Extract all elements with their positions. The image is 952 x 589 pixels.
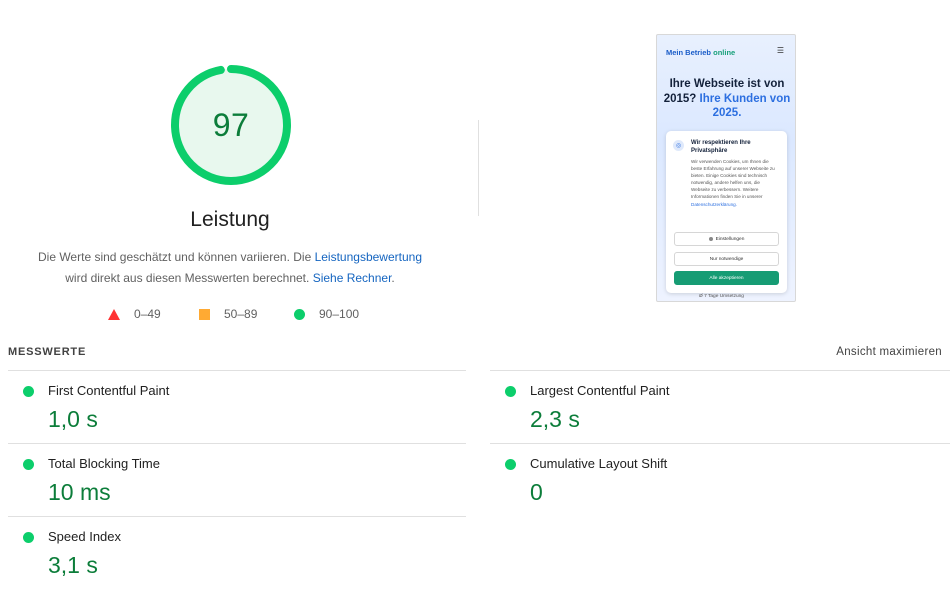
settings-dot-icon bbox=[708, 237, 713, 241]
pass-circle-icon bbox=[23, 532, 34, 543]
pass-circle-icon bbox=[23, 459, 34, 470]
legend-range: 90–100 bbox=[319, 307, 360, 321]
metric-value: 2,3 s bbox=[530, 406, 580, 432]
score-legend: 0–49 50–89 90–100 bbox=[0, 306, 460, 322]
gauge-title: Leistung bbox=[190, 208, 270, 231]
metric-label: Cumulative Layout Shift bbox=[530, 456, 668, 471]
site-hero-heading: Ihre Webseite ist von 2015? Ihre Kunden … bbox=[663, 78, 791, 119]
cookie-title: Wir respektieren Ihre Privatsphäre bbox=[691, 140, 751, 154]
pass-circle-icon bbox=[505, 386, 516, 397]
legend-item-fail: 0–49 bbox=[108, 306, 161, 322]
final-screenshot-thumbnail[interactable]: Mein Betrieb online ☰ Ihre Webseite ist … bbox=[656, 34, 796, 302]
metric-tbt: Total Blocking Time 10 ms bbox=[8, 444, 468, 516]
gauge-description: Die Werte sind geschätzt und können vari… bbox=[20, 247, 440, 289]
average-square-icon bbox=[199, 308, 210, 320]
desc-text-3: . bbox=[391, 271, 395, 285]
metric-lcp: Largest Contentful Paint 2,3 s bbox=[490, 371, 950, 443]
site-brand-logo: Mein Betrieb online bbox=[666, 48, 736, 57]
metric-label: Speed Index bbox=[48, 529, 122, 544]
metric-label: Total Blocking Time bbox=[48, 456, 160, 471]
desc-text-2: wird direkt aus diesen Messwerten berech… bbox=[65, 271, 313, 285]
shield-icon: ◎ bbox=[673, 140, 684, 151]
expand-view-toggle[interactable]: Ansicht maximieren bbox=[836, 346, 942, 358]
desc-text-1: Die Werte sind geschätzt und können vari… bbox=[37, 250, 315, 264]
pass-circle-icon bbox=[294, 308, 305, 320]
metric-speed-index: Speed Index 3,1 s bbox=[8, 517, 468, 589]
site-footer-text: Ø 7 Tage Umsetzung bbox=[699, 294, 744, 299]
performance-gauge-section: 97 Leistung Die Werte sind geschätzt und… bbox=[0, 0, 460, 340]
legend-item-average: 50–89 bbox=[199, 306, 257, 322]
metric-value: 1,0 s bbox=[48, 406, 98, 432]
cookie-necessary-button: Nur notwendige bbox=[674, 252, 779, 266]
performance-score-link[interactable]: Leistungsbewertung bbox=[315, 250, 422, 264]
gauge-score: 97 bbox=[212, 106, 250, 143]
metric-value: 10 ms bbox=[48, 479, 111, 505]
cookie-banner: ◎ Wir respektieren Ihre Privatsphäre Wir… bbox=[666, 131, 787, 293]
hamburger-icon: ☰ bbox=[776, 46, 784, 55]
cookie-settings-button: Einstellungen bbox=[674, 232, 779, 246]
pass-circle-icon bbox=[23, 386, 34, 397]
metrics-header: MESSWERTE bbox=[8, 346, 87, 358]
metric-cls: Cumulative Layout Shift 0 bbox=[490, 444, 950, 516]
cookie-accept-button: Alle akzeptieren bbox=[674, 271, 779, 285]
metric-value: 3,1 s bbox=[48, 552, 98, 578]
legend-item-pass: 90–100 bbox=[294, 306, 359, 322]
legend-range: 50–89 bbox=[224, 307, 258, 321]
performance-gauge: 97 bbox=[169, 63, 293, 187]
metric-label: Largest Contentful Paint bbox=[530, 383, 670, 398]
legend-range: 0–49 bbox=[134, 307, 161, 321]
vertical-divider bbox=[478, 120, 479, 216]
metric-fcp: First Contentful Paint 1,0 s bbox=[8, 371, 468, 443]
pass-circle-icon bbox=[505, 459, 516, 470]
calculator-link[interactable]: Siehe Rechner bbox=[313, 271, 392, 285]
fail-triangle-icon bbox=[108, 308, 120, 320]
metric-value: 0 bbox=[530, 479, 543, 505]
cookie-text: Wir verwenden Cookies, um Ihnen die best… bbox=[691, 159, 775, 207]
metric-label: First Contentful Paint bbox=[48, 383, 170, 398]
